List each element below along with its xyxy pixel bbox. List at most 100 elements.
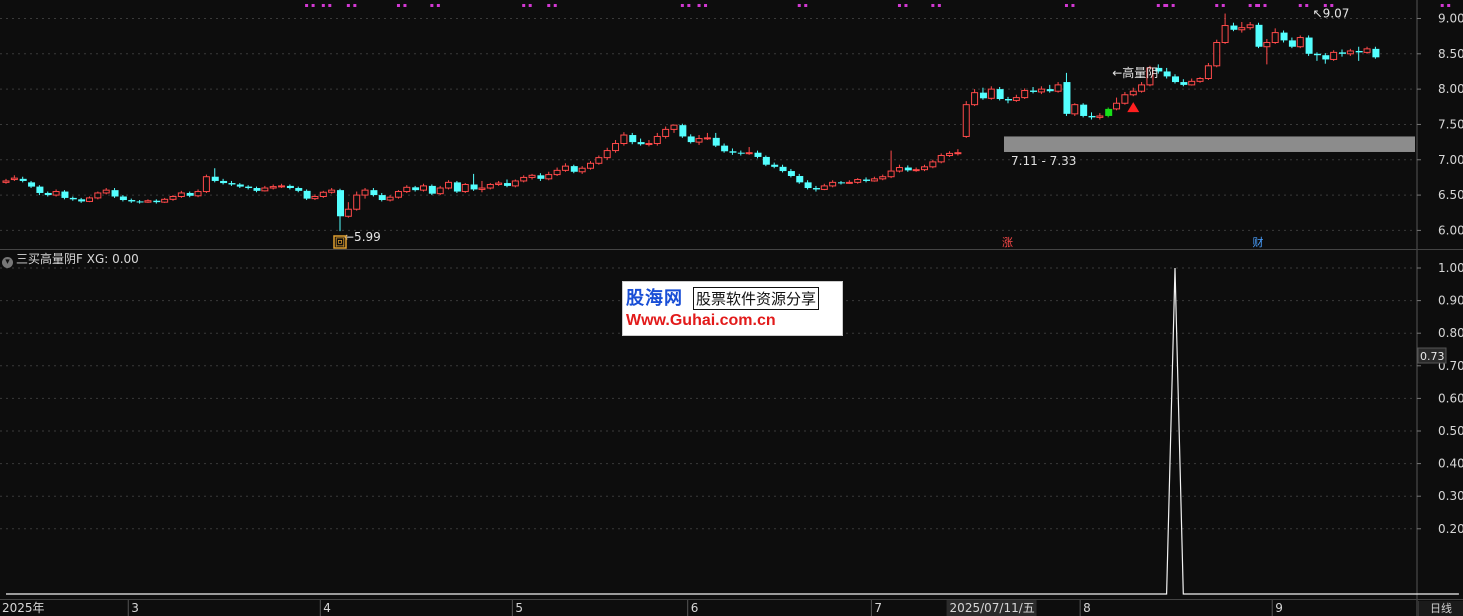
candle-body [128,200,136,202]
candle-body [52,191,60,196]
candle-body [194,191,202,197]
candle-body [637,142,645,145]
candle-body [887,170,895,178]
candle-body [754,152,762,157]
candle-body [44,192,52,196]
signal-marker-dot [522,4,526,7]
watermark-brand: 股海网 [626,288,683,309]
price-tick-label: 8.50 [1438,47,1463,61]
candle-body [1138,84,1146,92]
candle-body [1280,32,1288,41]
candle-body [1372,48,1380,58]
signal-marker-dot [680,4,684,7]
candle-body [1330,51,1338,60]
x-tick-label: 5 [515,601,523,615]
price-tick-label: 7.00 [1438,153,1463,167]
signal-marker-dot [797,4,801,7]
candle-body [119,196,127,201]
signal-marker-dot [1298,4,1302,7]
candle-body [504,183,511,186]
signal-marker-dot [897,4,901,7]
signal-marker-dot [1248,4,1252,7]
candle-body [1088,115,1096,118]
watermark-url: Www.Guhai.com.cn [626,312,776,329]
candle-body [470,184,478,190]
signal-marker-dot [1257,4,1260,7]
candle-body [169,195,177,200]
candle-body [220,180,228,184]
period-label[interactable]: 日线 [1418,601,1463,616]
candle-body [261,187,269,192]
candle-body [394,191,402,198]
candle-body [629,135,637,143]
candle-body [370,190,378,196]
candle-body [946,152,954,157]
candle-body [511,180,519,187]
signal-marker-dot [547,4,551,7]
candle-body [721,145,729,152]
current-value-label: 0.73 [1420,350,1445,363]
candle-body [603,150,611,159]
candle-body [820,185,828,190]
signal-marker-dot [931,4,935,7]
event-mark: 涨 [1002,236,1013,249]
candle-body [1346,50,1354,55]
candle-body [996,89,1004,100]
candle-body [486,183,494,189]
candle-body [453,182,461,192]
candle-body [1046,89,1054,92]
signal-marker-dot [305,4,309,7]
x-tick-label: 8 [1083,601,1091,615]
signal-marker-dot [697,4,701,7]
candle-body [1288,40,1296,47]
candle-body [1172,76,1179,83]
price-annotation: ←高量阴 [1112,65,1158,80]
chevron-down-icon[interactable]: ▾ [2,257,13,268]
signal-marker-dot [1064,4,1068,7]
candle-body [904,167,912,171]
candle-body [796,176,804,183]
candle-body [202,176,210,193]
candle-body [879,176,887,180]
signal-marker-dot [403,4,407,7]
signal-marker-dot [1440,4,1444,7]
candle-body [186,192,194,196]
candle-body [1322,55,1330,60]
candle-body [1271,32,1279,43]
candle-body [386,196,394,201]
candle-body [361,189,369,196]
candle-body [528,174,536,178]
candle-body [28,182,36,187]
price-tick-label: 8.00 [1438,82,1463,96]
candle-body [69,197,77,200]
candle-body [1339,52,1346,54]
candle-body [845,181,853,184]
candle-body [1221,25,1229,43]
candle-body [319,191,327,197]
candle-body [1012,97,1020,101]
candle-body [1113,102,1121,110]
watermark: 股海网 股票软件资源分享 Www.Guhai.com.cn [622,281,843,336]
candle-body [912,169,920,172]
signal-marker-dot [353,4,357,7]
signal-marker-dot [1305,4,1309,7]
candle-body [1188,80,1196,86]
candle-body [679,125,687,137]
candle-body [269,186,277,189]
indicator-tick-label: 0.20 [1438,522,1463,536]
price-annotation: ←5.99 [344,230,381,244]
candle-body [10,177,18,181]
candle-body [937,155,945,163]
candle-body [153,200,161,203]
candle-body [587,162,594,169]
candle-body [403,186,411,193]
candle-body [286,185,294,189]
candle-body [537,175,545,179]
signal-marker-dot [1447,4,1451,7]
candle-body [578,167,586,173]
candle-body [378,195,386,201]
candle-body [854,179,862,183]
indicator-tick-label: 0.40 [1438,457,1463,471]
candle-body [353,194,361,210]
signal-marker-dot [1071,4,1075,7]
